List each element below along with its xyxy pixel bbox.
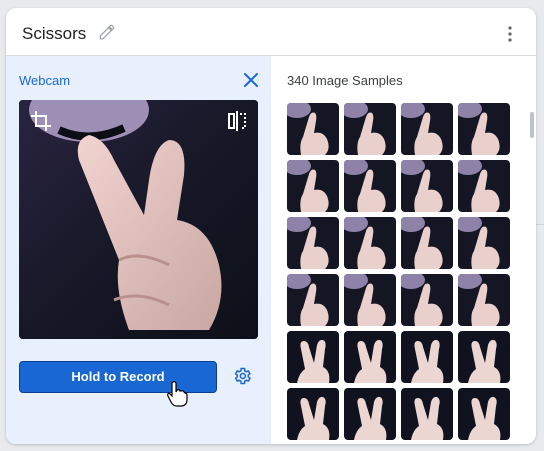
sample-thumbnail[interactable]: [344, 217, 396, 269]
sample-image: [287, 274, 339, 326]
webcam-preview: [19, 100, 258, 339]
webcam-panel: Webcam Hold to Record: [6, 56, 271, 444]
sample-image: [344, 274, 396, 326]
sample-thumbnail[interactable]: [287, 103, 339, 155]
sample-thumbnail[interactable]: [401, 274, 453, 326]
sample-thumbnail[interactable]: [287, 331, 339, 383]
sample-image: [287, 160, 339, 212]
sample-image: [458, 160, 510, 212]
sample-thumbnail[interactable]: [458, 331, 510, 383]
sample-thumbnail[interactable]: [458, 388, 510, 440]
sample-thumbnail[interactable]: [401, 103, 453, 155]
sample-thumbnail[interactable]: [344, 274, 396, 326]
sample-image: [344, 160, 396, 212]
sample-image: [458, 217, 510, 269]
class-card: Scissors Webcam Hold to Record 340 Image…: [6, 8, 536, 444]
more-vert-icon[interactable]: [500, 24, 520, 44]
sample-image: [401, 103, 453, 155]
sample-image: [287, 217, 339, 269]
sample-image: [458, 388, 510, 440]
scrollbar-track[interactable]: [529, 102, 535, 440]
sample-thumbnail[interactable]: [287, 388, 339, 440]
class-name[interactable]: Scissors: [22, 24, 86, 44]
hand-cursor-icon: [167, 381, 188, 407]
sample-thumbnail[interactable]: [401, 217, 453, 269]
sample-image: [401, 217, 453, 269]
webcam-label: Webcam: [19, 73, 71, 88]
scrollbar-thumb[interactable]: [530, 112, 534, 138]
pencil-icon[interactable]: [98, 23, 116, 41]
sample-image: [344, 331, 396, 383]
sample-image: [344, 217, 396, 269]
sample-image: [458, 331, 510, 383]
sample-image: [287, 388, 339, 440]
sample-grid: [287, 103, 511, 444]
sample-thumbnail[interactable]: [344, 331, 396, 383]
sample-image: [287, 331, 339, 383]
sample-image: [287, 103, 339, 155]
sample-thumbnail[interactable]: [458, 274, 510, 326]
sample-image: [401, 331, 453, 383]
sample-image: [344, 103, 396, 155]
sample-thumbnail[interactable]: [458, 217, 510, 269]
card-header: Scissors: [6, 8, 536, 56]
crop-icon[interactable]: [29, 109, 53, 133]
sample-thumbnail[interactable]: [344, 160, 396, 212]
sample-thumbnail[interactable]: [458, 160, 510, 212]
sample-image: [458, 103, 510, 155]
close-icon[interactable]: [242, 71, 260, 89]
sample-thumbnail[interactable]: [401, 160, 453, 212]
sample-image: [401, 274, 453, 326]
sample-image: [458, 274, 510, 326]
sample-thumbnail[interactable]: [344, 388, 396, 440]
samples-panel: 340 Image Samples: [271, 56, 536, 444]
webcam-video: [19, 100, 258, 339]
sample-thumbnail[interactable]: [344, 103, 396, 155]
gear-icon[interactable]: [232, 366, 252, 386]
sample-count: 340 Image Samples: [287, 73, 403, 88]
sample-image: [344, 388, 396, 440]
sample-thumbnail[interactable]: [458, 103, 510, 155]
sample-thumbnail[interactable]: [287, 160, 339, 212]
flip-icon[interactable]: [225, 109, 249, 133]
sample-thumbnail[interactable]: [287, 274, 339, 326]
sample-image: [401, 388, 453, 440]
sample-thumbnail[interactable]: [401, 331, 453, 383]
sample-thumbnail[interactable]: [287, 217, 339, 269]
sample-thumbnail[interactable]: [401, 388, 453, 440]
sample-image: [401, 160, 453, 212]
